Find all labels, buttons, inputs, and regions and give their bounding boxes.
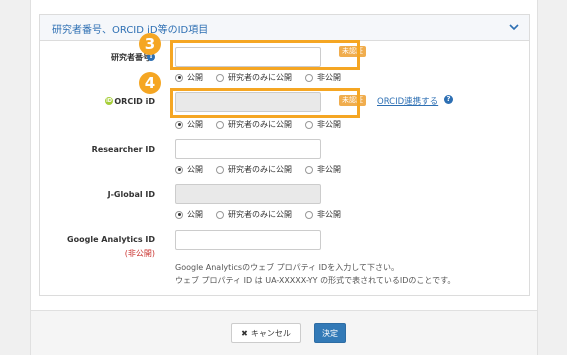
radio-public[interactable] (175, 210, 183, 219)
radio-label: 研究者のみに公開 (228, 73, 292, 82)
cancel-label: キャンセル (250, 328, 291, 338)
radio-private[interactable] (305, 210, 313, 219)
save-label: 決定 (322, 328, 338, 338)
radio-private[interactable] (305, 165, 313, 174)
radio-label: 研究者のみに公開 (228, 120, 292, 129)
radio-researchers-only[interactable] (216, 165, 224, 174)
radio-label: 研究者のみに公開 (228, 210, 292, 219)
radio-label: 研究者のみに公開 (228, 165, 292, 174)
radio-private[interactable] (305, 73, 313, 82)
radio-public[interactable] (175, 165, 183, 174)
orcid-visibility: 公開 研究者のみに公開 非公開 (175, 119, 354, 130)
orcid-icon: iD (105, 97, 113, 105)
private-note: (非公開) (124, 249, 155, 258)
edit-panel: 研究者番号、ORCID iD等のID項目 研究者番号 i 未認証 公開 研究者の… (30, 0, 538, 355)
radio-public[interactable] (175, 73, 183, 82)
orcid-label: ORCID iD (114, 97, 155, 106)
highlight-box-3 (170, 40, 360, 70)
radio-private[interactable] (305, 120, 313, 129)
section-header[interactable]: 研究者番号、ORCID iD等のID項目 (40, 15, 529, 41)
radio-label: 非公開 (317, 73, 341, 82)
jglobal-id-visibility: 公開 研究者のみに公開 非公開 (175, 209, 354, 220)
orcid-connect-link[interactable]: ORCID連携する (377, 95, 438, 107)
radio-public[interactable] (175, 120, 183, 129)
help-icon[interactable]: ? (444, 95, 453, 104)
highlight-box-4 (170, 88, 360, 118)
step-3-marker: 3 (139, 33, 161, 55)
help-text-line2: ウェブ プロパティ ID は UA-XXXXX-YY の形式で表されているIDの… (175, 276, 456, 285)
cancel-button[interactable]: ✖ キャンセル (231, 323, 301, 343)
radio-label: 公開 (187, 165, 203, 174)
form-footer: ✖ キャンセル 決定 (31, 310, 537, 355)
jglobal-id-label: J-Global ID (107, 190, 155, 199)
chevron-down-icon[interactable] (509, 22, 519, 32)
radio-label: 公開 (187, 73, 203, 82)
radio-researchers-only[interactable] (216, 210, 224, 219)
radio-label: 非公開 (317, 210, 341, 219)
radio-label: 非公開 (317, 120, 341, 129)
save-button[interactable]: 決定 (314, 323, 346, 343)
radio-researchers-only[interactable] (216, 73, 224, 82)
google-analytics-input[interactable] (175, 230, 321, 250)
jglobal-id-input (175, 184, 321, 204)
google-analytics-label: Google Analytics ID (67, 235, 155, 244)
step-4-marker: 4 (139, 72, 161, 94)
close-icon: ✖ (241, 328, 248, 338)
researcher-number-visibility: 公開 研究者のみに公開 非公開 (175, 72, 354, 83)
radio-researchers-only[interactable] (216, 120, 224, 129)
radio-label: 公開 (187, 120, 203, 129)
researcher-id-label: Researcher ID (91, 145, 155, 154)
radio-label: 公開 (187, 210, 203, 219)
help-text-line1: Google Analyticsのウェブ プロパティ IDを入力して下さい。 (175, 263, 399, 272)
researcher-id-input[interactable] (175, 139, 321, 159)
researcher-id-visibility: 公開 研究者のみに公開 非公開 (175, 164, 354, 175)
section-title: 研究者番号、ORCID iD等のID項目 (52, 25, 209, 36)
radio-label: 非公開 (317, 165, 341, 174)
